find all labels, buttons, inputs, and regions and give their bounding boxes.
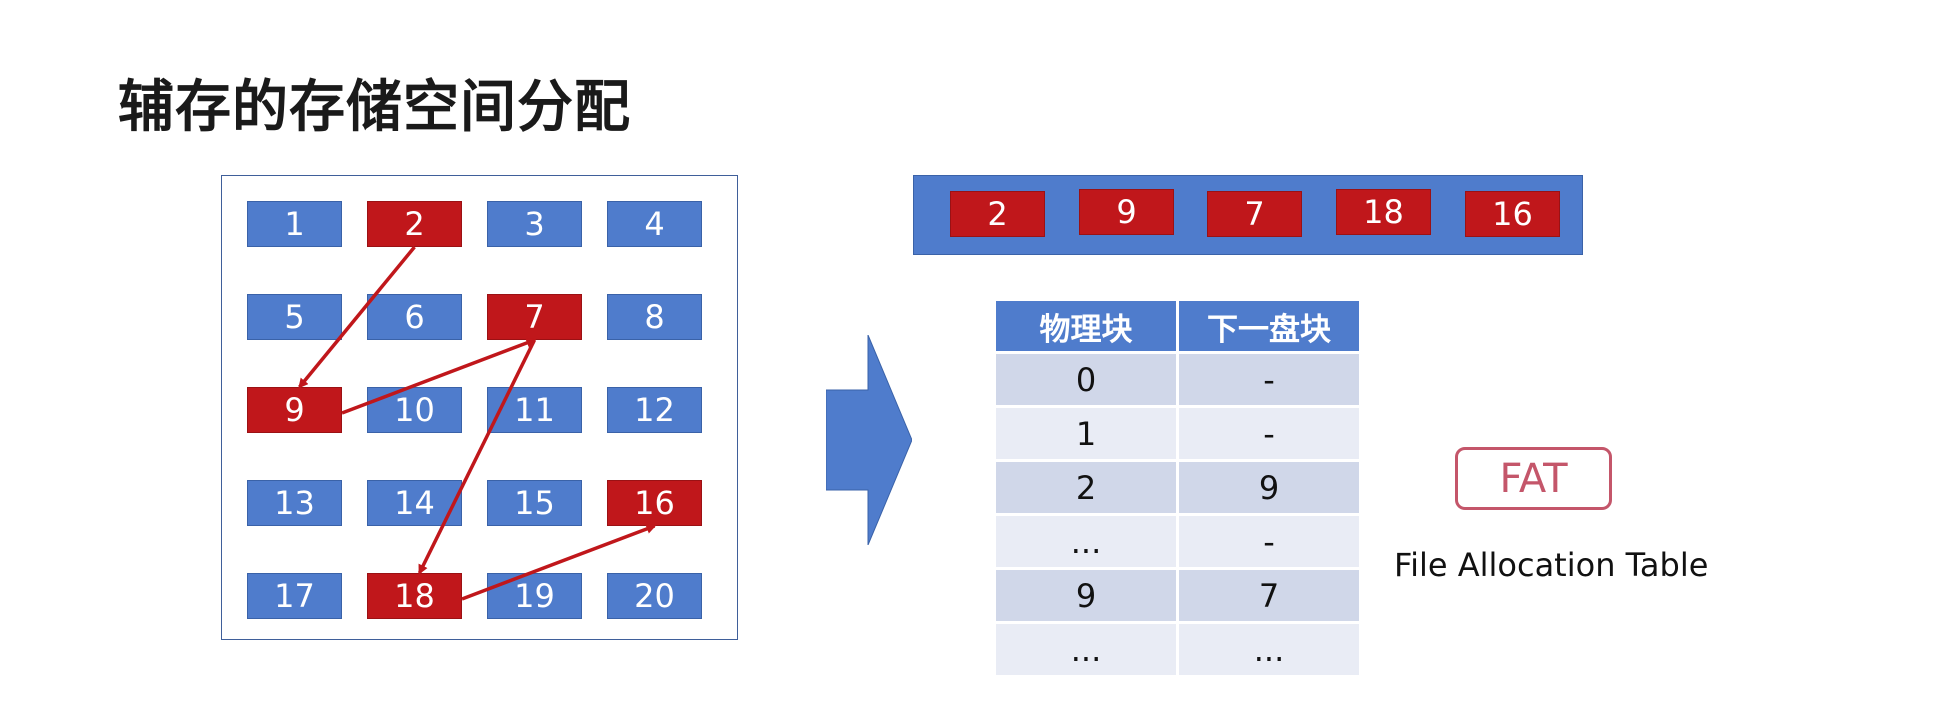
fat-table-row: 29 [993,459,1362,516]
fat-cell-next-block: ... [1176,621,1362,678]
disk-block-6: 6 [367,294,462,340]
fat-cell-physical-block: 9 [993,567,1179,624]
fat-cell-next-block: 7 [1176,567,1362,624]
fat-table-row: ... - [993,513,1362,570]
disk-block-12: 12 [607,387,702,433]
disk-block-1: 1 [247,201,342,247]
chain-block-18: 18 [1336,189,1431,235]
fat-header-physical-block: 物理块 [993,298,1179,354]
fat-cell-physical-block: 1 [993,405,1179,462]
file-chain-bar: 2 9 7 18 16 [913,175,1583,255]
disk-block-20: 20 [607,573,702,619]
chain-block-2: 2 [950,191,1045,237]
chain-arrow-7-to-18 [417,339,537,575]
disk-block-7: 7 [487,294,582,340]
disk-block-16: 16 [607,480,702,526]
disk-block-17: 17 [247,573,342,619]
fat-table-row: 0- [993,351,1362,408]
disk-block-11: 11 [487,387,582,433]
chain-block-16: 16 [1465,191,1560,237]
fat-cell-physical-block: 2 [993,459,1179,516]
fat-cell-physical-block: ... [993,513,1179,570]
disk-block-grid: 1 2 3 4 5 6 7 8 9 10 11 12 13 14 15 16 17 18 19 20 [221,175,738,640]
fat-header-next-block: 下一盘块 [1176,298,1362,354]
disk-block-10: 10 [367,387,462,433]
disk-block-8: 8 [607,294,702,340]
fat-table-row: 1- [993,405,1362,462]
disk-block-4: 4 [607,201,702,247]
disk-block-9: 9 [247,387,342,433]
fat-cell-physical-block: ... [993,621,1179,678]
fat-cell-next-block: - [1176,351,1362,408]
page-title: 辅存的存储空间分配 [118,75,631,140]
chain-block-9: 9 [1079,189,1174,235]
fat-cell-next-block: 9 [1176,459,1362,516]
disk-block-13: 13 [247,480,342,526]
slide: 辅存的存储空间分配 1 2 3 4 5 6 7 8 9 10 11 12 13 14 15 16 17 18 19 2… [0,0,1945,722]
disk-block-15: 15 [487,480,582,526]
chain-block-7: 7 [1207,191,1302,237]
fat-table-row: 97 [993,567,1362,624]
fat-cell-next-block: - [1176,405,1362,462]
fat-cell-physical-block: 0 [993,351,1179,408]
fat-table-row: ...... [993,621,1362,678]
disk-block-3: 3 [487,201,582,247]
fat-cell-next-block: - [1176,513,1362,570]
disk-block-19: 19 [487,573,582,619]
big-right-arrow-icon [826,335,912,545]
fat-badge: FAT [1455,447,1612,510]
fat-table: 物理块 下一盘块 0-1-2 9... -9 7...... [993,298,1362,678]
disk-block-5: 5 [247,294,342,340]
fat-caption: File Allocation Table [1394,546,1709,584]
disk-block-2: 2 [367,201,462,247]
fat-table-header-row: 物理块 下一盘块 [993,298,1362,354]
disk-block-18: 18 [367,573,462,619]
disk-block-14: 14 [367,480,462,526]
